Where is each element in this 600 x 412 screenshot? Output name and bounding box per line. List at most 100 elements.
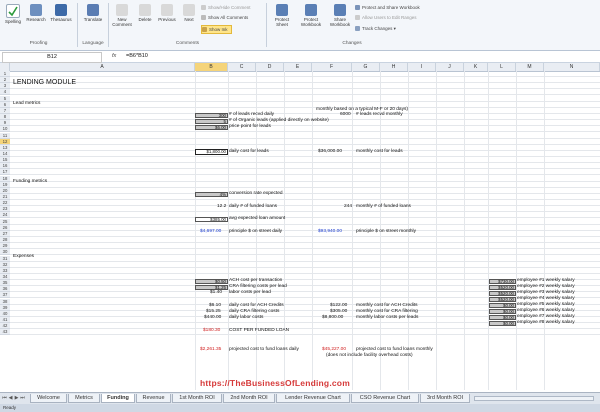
track-changes-button[interactable]: Track Changes ▾ bbox=[355, 25, 396, 32]
column-header-e[interactable]: E bbox=[284, 63, 312, 71]
allow-users-edit-ranges-button[interactable]: Allow Users to Edit Ranges bbox=[355, 14, 417, 21]
new-comment-button[interactable]: New Comment bbox=[111, 2, 133, 36]
status-bar: Ready bbox=[0, 404, 600, 412]
column-header-c[interactable]: C bbox=[228, 63, 256, 71]
column-header-i[interactable]: I bbox=[408, 63, 436, 71]
cell-l28[interactable]: $730.00 bbox=[489, 279, 516, 284]
cell-l29[interactable]: $520.00 bbox=[489, 285, 516, 290]
delete-comment-icon bbox=[139, 4, 151, 16]
tab-revenue[interactable]: Revenue bbox=[136, 394, 171, 403]
next-sheet-icon[interactable]: ▶ bbox=[14, 395, 19, 402]
column-header-g[interactable]: G bbox=[352, 63, 380, 71]
row-gridline bbox=[10, 168, 600, 169]
worksheet-grid[interactable]: 1 2 3 4 5 6 7 8 9 10 11 12 13 14 15 16 17 18 19 20 21 22 23 24 2… bbox=[0, 71, 600, 390]
column-header-a[interactable]: A bbox=[10, 63, 195, 71]
show-ink-button[interactable]: Show Ink bbox=[201, 25, 232, 34]
show-hide-comment-button[interactable]: Show/Hide Comment bbox=[201, 4, 251, 11]
share-workbook-button[interactable]: Share Workbook bbox=[327, 2, 353, 36]
cell-b6[interactable]: 300 bbox=[195, 113, 228, 118]
row-header[interactable]: 17 bbox=[0, 169, 10, 175]
row-gridline bbox=[10, 193, 600, 194]
column-header-m[interactable]: M bbox=[516, 63, 544, 71]
column-header-j[interactable]: J bbox=[436, 63, 464, 71]
tab-2nd-month-roi[interactable]: 2nd Month ROI bbox=[223, 394, 275, 403]
label-f6: # leads recvd monthly bbox=[356, 112, 403, 117]
translate-button[interactable]: Translate bbox=[80, 2, 106, 36]
share-workbook-icon bbox=[334, 4, 346, 16]
row-gridline bbox=[10, 248, 600, 249]
protect-and-share-button[interactable]: Protect and Share Workbook bbox=[355, 4, 420, 11]
tab-metrics[interactable]: Metrics bbox=[68, 394, 100, 403]
row-header[interactable]: 10 bbox=[0, 126, 10, 132]
research-button[interactable]: Research bbox=[25, 2, 47, 36]
next-comment-button[interactable]: Next bbox=[179, 2, 199, 36]
horizontal-scrollbar[interactable] bbox=[474, 396, 594, 401]
tab-welcome[interactable]: Welcome bbox=[30, 394, 67, 403]
select-all-corner[interactable] bbox=[0, 63, 10, 71]
column-header-f[interactable]: F bbox=[312, 63, 352, 71]
row-gridline bbox=[10, 230, 600, 231]
tab-1st-month-roi[interactable]: 1st Month ROI bbox=[172, 394, 222, 403]
previous-comment-button[interactable]: Previous bbox=[156, 2, 178, 36]
column-header-n[interactable]: N bbox=[544, 63, 600, 71]
tab-lender-revenue-chart[interactable]: Lender Revenue Chart bbox=[276, 394, 350, 403]
cell-b18[interactable]: 4% bbox=[195, 192, 228, 197]
cell-b8[interactable]: $6.00 bbox=[195, 125, 228, 130]
protect-sheet-button[interactable]: Protect Sheet bbox=[269, 2, 295, 36]
cell-b28[interactable]: $0.50 bbox=[195, 279, 228, 284]
value-b39: $2,261.35 bbox=[200, 347, 222, 352]
first-sheet-icon[interactable]: ⏮ bbox=[2, 395, 7, 402]
column-header-b[interactable]: B bbox=[195, 63, 228, 71]
column-header-l[interactable]: L bbox=[488, 63, 516, 71]
prev-sheet-icon[interactable]: ◀ bbox=[8, 395, 13, 402]
comments-icon bbox=[201, 15, 206, 21]
cell-l33[interactable]: $0.00 bbox=[489, 309, 516, 314]
row-gridline bbox=[10, 162, 600, 163]
name-box[interactable]: B12 bbox=[2, 52, 102, 63]
cell-b12-selected[interactable]: $1,800.00 bbox=[195, 149, 228, 155]
column-gridline bbox=[352, 71, 353, 390]
row-header[interactable]: 24 bbox=[0, 212, 10, 218]
expenses-heading: Expenses bbox=[13, 254, 35, 259]
translate-icon bbox=[87, 4, 99, 16]
previous-comment-icon bbox=[161, 4, 173, 16]
row-header[interactable]: 30 bbox=[0, 249, 10, 255]
tab-cso-revenue-chart[interactable]: CSO Revenue Chart bbox=[351, 394, 419, 403]
cell-b7[interactable]: 5 bbox=[195, 119, 228, 124]
label-b22: avg expected loan amount bbox=[229, 216, 286, 221]
row-header[interactable]: 4 bbox=[0, 89, 10, 95]
fx-icon[interactable]: fx bbox=[112, 52, 116, 61]
show-all-comments-button[interactable]: Show All Comments bbox=[201, 14, 248, 21]
column-header-d[interactable]: D bbox=[256, 63, 284, 71]
row-gridline bbox=[10, 205, 600, 206]
label-b18: conversion rate expected bbox=[229, 191, 283, 196]
cell-l30[interactable]: $520.00 bbox=[489, 291, 516, 296]
cell-l31[interactable]: $520.00 bbox=[489, 297, 516, 302]
thesaurus-button[interactable]: Thesaurus bbox=[48, 2, 74, 36]
protect-sheet-icon bbox=[276, 4, 288, 16]
tab-3rd-month-roi[interactable]: 3rd Month ROI bbox=[420, 394, 470, 403]
column-header-h[interactable]: H bbox=[380, 63, 408, 71]
column-gridline bbox=[544, 71, 545, 390]
delete-comment-button[interactable]: Delete bbox=[135, 2, 155, 36]
cell-l35[interactable]: $0.00 bbox=[489, 321, 516, 326]
tab-funding[interactable]: Funding bbox=[101, 394, 135, 403]
row-gridline bbox=[10, 107, 600, 108]
row-gridline bbox=[10, 144, 600, 145]
cell-b22[interactable]: $385.00 bbox=[195, 217, 228, 222]
cell-l32[interactable]: $0.00 bbox=[489, 303, 516, 308]
spelling-button[interactable]: Spelling bbox=[2, 2, 24, 36]
protect-workbook-button[interactable]: Protect Workbook bbox=[297, 2, 325, 36]
column-header-k[interactable]: K bbox=[464, 63, 488, 71]
row-header[interactable]: 43 bbox=[0, 329, 10, 335]
value-b36: $180.30 bbox=[203, 328, 221, 333]
last-sheet-icon[interactable]: ⏭ bbox=[20, 395, 25, 402]
group-label-language: Language bbox=[82, 41, 104, 46]
group-label-comments: Comments bbox=[175, 41, 200, 46]
cell-l34[interactable]: $0.00 bbox=[489, 315, 516, 320]
row-header[interactable]: 37 bbox=[0, 292, 10, 298]
label-b34: daily labor costs bbox=[229, 315, 264, 320]
funding-metrics-heading: Funding metrics bbox=[13, 179, 48, 184]
value-b34: $440.00 bbox=[204, 315, 222, 320]
formula-input[interactable]: =B6*B10 bbox=[126, 52, 148, 61]
